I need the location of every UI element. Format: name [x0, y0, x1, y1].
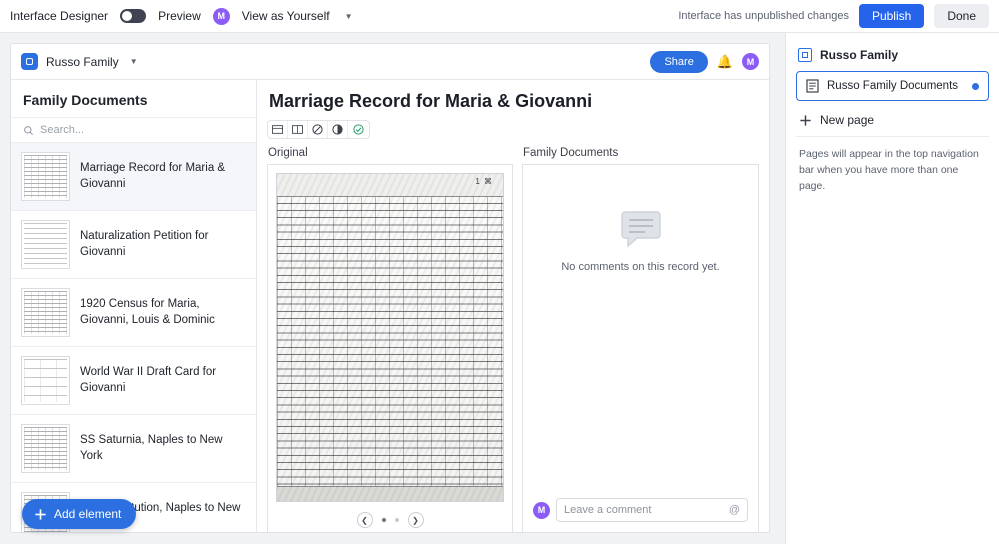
list-item-label: Naturalization Petition for Giovanni	[80, 229, 209, 258]
list-item[interactable]: Naturalization Petition for Giovanni	[11, 211, 256, 279]
mention-icon[interactable]: @	[729, 504, 740, 516]
comment-placeholder: Leave a comment	[564, 504, 652, 516]
table-icon[interactable]	[268, 121, 288, 138]
next-page-button[interactable]: ❯	[407, 512, 424, 528]
list-item-label: World War II Draft Card for Giovanni	[80, 365, 217, 394]
list-item[interactable]: SS Saturnia, Naples to New York	[11, 415, 256, 483]
comments-pane: Family Documents No comments on this rec…	[522, 147, 759, 532]
comment-bubble-icon	[620, 211, 661, 248]
page-title: Marriage Record for Maria & Giovanni	[269, 91, 593, 111]
original-pane: Original 1 ⌘ ❮ ❯	[267, 147, 513, 532]
sidebar-page-title: Russo Family	[820, 48, 899, 62]
list-item-label: 1920 Census for Maria, Giovanni, Louis &…	[80, 297, 215, 326]
list-item[interactable]: 1920 Census for Maria, Giovanni, Louis &…	[11, 279, 256, 347]
document-detail: Marriage Record for Maria & Giovanni Ori…	[257, 80, 769, 532]
publish-button[interactable]: Publish	[858, 4, 925, 28]
plus-icon	[800, 114, 811, 126]
site-header: Russo Family ▼ Share 🔔 M	[11, 44, 769, 80]
search-placeholder: Search...	[40, 124, 85, 136]
page-dot[interactable]	[381, 518, 386, 522]
top-bar: Interface Designer Preview M View as You…	[0, 0, 999, 33]
view-toolbar	[267, 120, 370, 139]
new-page-label: New page	[820, 113, 875, 127]
comment-compose-row: M Leave a comment @	[533, 498, 748, 522]
documents-list: Marriage Record for Maria & Giovanni Nat…	[11, 143, 256, 532]
comment-avatar: M	[533, 501, 550, 519]
site-header-right: Share 🔔 M	[650, 50, 759, 73]
columns-icon[interactable]	[288, 121, 308, 138]
pages-help-note: Pages will appear in the top navigation …	[799, 148, 979, 192]
add-element-button[interactable]: Add element	[22, 499, 137, 529]
search-input[interactable]: Search...	[11, 117, 256, 143]
circle-half-icon[interactable]	[328, 121, 348, 138]
site-title: Russo Family	[46, 54, 119, 69]
scan-stamp-label: 1 ⌘	[475, 177, 493, 186]
document-thumbnail	[21, 220, 70, 269]
original-pane-heading: Original	[268, 147, 308, 159]
document-panes: Original 1 ⌘ ❮ ❯ Family Documents No com…	[267, 147, 759, 532]
pages-sidebar: Russo Family Russo Family Documents New …	[785, 33, 999, 544]
page-icon	[798, 48, 812, 62]
search-icon	[24, 125, 33, 135]
previous-page-button[interactable]: ❮	[356, 512, 373, 528]
scan-pager: ❮ ❯	[268, 512, 512, 528]
scanned-document-image: 1 ⌘	[276, 173, 504, 502]
preview-toggle[interactable]	[120, 9, 147, 23]
documents-list-panel: Family Documents Search... Marriage Reco…	[11, 80, 257, 532]
comment-input[interactable]: Leave a comment @	[556, 498, 748, 522]
top-bar-right: Interface has unpublished changes Publis…	[678, 4, 989, 28]
share-button[interactable]: Share	[650, 50, 708, 73]
chevron-down-icon[interactable]: ▼	[345, 12, 353, 21]
comments-pane-heading: Family Documents	[523, 147, 619, 159]
documents-list-title: Family Documents	[23, 92, 148, 108]
list-item[interactable]: World War II Draft Card for Giovanni	[11, 347, 256, 415]
sidebar-item-label: Russo Family Documents	[827, 80, 959, 92]
sidebar-page-row[interactable]: Russo Family	[796, 43, 989, 67]
document-thumbnail	[21, 288, 70, 337]
view-as-label[interactable]: View as Yourself	[242, 9, 330, 23]
list-item-label: Marriage Record for Maria & Giovanni	[80, 161, 226, 190]
done-button[interactable]: Done	[934, 4, 989, 28]
sidebar-item-russo-family-documents[interactable]: Russo Family Documents	[796, 71, 989, 101]
preview-label: Preview	[158, 9, 201, 23]
app-root: Interface Designer Preview M View as You…	[0, 0, 999, 544]
unpublished-changes-text: Interface has unpublished changes	[678, 10, 849, 22]
document-icon	[806, 79, 819, 93]
document-thumbnail	[21, 424, 70, 473]
page-dot[interactable]	[394, 518, 399, 522]
brand-label: Interface Designer	[10, 9, 109, 23]
app-logo-icon	[21, 53, 38, 70]
original-scan-viewer[interactable]: 1 ⌘ ❮ ❯	[267, 164, 513, 532]
top-bar-left: Interface Designer Preview M View as You…	[10, 7, 353, 25]
document-thumbnail	[21, 356, 70, 405]
plus-icon	[35, 508, 46, 520]
comments-empty-state: No comments on this record yet. M Leave …	[522, 164, 759, 532]
list-item[interactable]: Marriage Record for Maria & Giovanni	[11, 143, 256, 211]
notification-bell-icon[interactable]: 🔔	[717, 54, 733, 70]
add-element-label: Add element	[54, 507, 122, 521]
comments-empty-text: No comments on this record yet.	[561, 261, 720, 273]
list-item-label: SS Saturnia, Naples to New York	[80, 433, 223, 462]
circle-check-icon[interactable]	[348, 121, 368, 138]
new-page-button[interactable]: New page	[796, 101, 989, 137]
active-indicator-dot	[972, 82, 979, 90]
site-avatar[interactable]: M	[742, 53, 759, 70]
interface-preview-frame: Russo Family ▼ Share 🔔 M Family Document…	[10, 43, 770, 533]
avatar[interactable]: M	[212, 7, 230, 25]
canvas-area: Russo Family ▼ Share 🔔 M Family Document…	[0, 33, 785, 544]
frame-body: Family Documents Search... Marriage Reco…	[11, 80, 769, 532]
site-title-chevron-icon[interactable]: ▼	[130, 57, 138, 66]
no-entry-icon[interactable]	[308, 121, 328, 138]
document-thumbnail	[21, 152, 70, 201]
